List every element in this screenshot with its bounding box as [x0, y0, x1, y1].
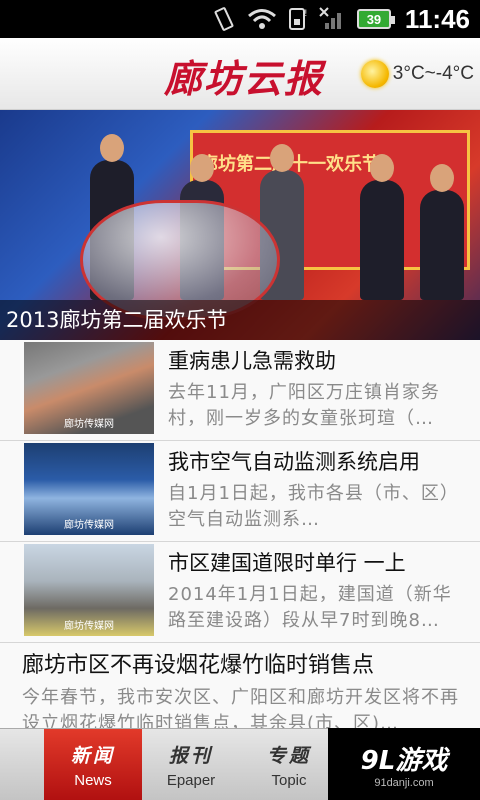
- wifi-icon: [247, 7, 277, 31]
- tab-label-zh: 专题: [266, 745, 311, 767]
- news-title: 市区建国道限时单行 一上: [168, 551, 406, 575]
- no-signal-icon: [319, 7, 347, 31]
- news-title: 我市空气自动监测系统启用: [168, 450, 420, 474]
- news-summary: 2014年1月1日起，建国道（新华路至建设路）段从早7时到晚8…: [168, 584, 452, 631]
- tab-label-zh: 新闻: [70, 745, 115, 767]
- news-item[interactable]: 廊坊传媒网 市区建国道限时单行 一上 2014年1月1日起，建国道（新华路至建设…: [0, 542, 480, 643]
- sun-icon: [360, 60, 389, 88]
- tab-label-zh: 报刊: [168, 745, 213, 767]
- news-item[interactable]: 廊坊传媒网 我市空气自动监测系统启用 自1月1日起，我市各县（市、区）空气自动监…: [0, 441, 480, 542]
- weather-widget[interactable]: 3°C~-4°C: [360, 60, 474, 88]
- app-logo: 廊坊云报: [164, 56, 325, 101]
- news-item[interactable]: 廊坊市区不再设烟花爆竹临时销售点 今年春节，我市安次区、广阳区和廊坊开发区将不再…: [0, 643, 480, 728]
- svg-text:!: !: [304, 9, 308, 19]
- thumbnail-watermark: 廊坊传媒网: [64, 419, 114, 430]
- news-summary: 去年11月，广阳区万庄镇肖家务村，刚一岁多的女童张珂瑄（…: [168, 382, 440, 429]
- hero-banner[interactable]: 廊坊第二届十一欢乐节 2013廊坊第二届欢乐节: [0, 110, 480, 340]
- watermark-badge: 9L游戏 91danji.com: [328, 728, 480, 800]
- tab-label-en: News: [74, 772, 112, 789]
- vibrate-icon: [211, 6, 237, 32]
- tab-label-en: Topic: [271, 772, 307, 789]
- sim-icon: !: [287, 7, 309, 31]
- thumbnail-watermark: 廊坊传媒网: [64, 621, 114, 632]
- news-thumbnail: 廊坊传媒网: [24, 443, 154, 535]
- news-thumbnail: 廊坊传媒网: [24, 544, 154, 636]
- weather-temperature: 3°C~-4°C: [392, 63, 474, 84]
- tab-topic[interactable]: 专题 Topic: [240, 729, 338, 800]
- status-clock: 11:46: [404, 3, 470, 34]
- hero-caption: 2013廊坊第二届欢乐节: [0, 300, 480, 340]
- news-summary: 今年春节，我市安次区、广阳区和廊坊开发区将不再设立烟花爆竹临时销售点，其余县(市…: [22, 687, 459, 728]
- news-thumbnail: 廊坊传媒网: [24, 342, 154, 434]
- news-title: 重病患儿急需救助: [168, 349, 336, 373]
- status-bar: ! 39 11:46: [0, 0, 480, 38]
- watermark-logo: 9L游戏: [360, 745, 448, 776]
- hero-person: [420, 164, 464, 300]
- hero-person: [360, 154, 404, 300]
- app-header: 廊坊云报 3°C~-4°C: [0, 38, 480, 110]
- battery-level: 39: [366, 11, 382, 27]
- watermark-url: 91danji.com: [374, 776, 434, 789]
- tab-news[interactable]: 新闻 News: [44, 729, 142, 800]
- battery-icon: 39: [356, 9, 395, 29]
- tab-epaper[interactable]: 报刊 Epaper: [142, 729, 240, 800]
- news-summary: 自1月1日起，我市各县（市、区）空气自动监测系…: [168, 483, 459, 530]
- news-list: 廊坊传媒网 重病患儿急需救助 去年11月，广阳区万庄镇肖家务村，刚一岁多的女童张…: [0, 340, 480, 728]
- thumbnail-watermark: 廊坊传媒网: [64, 520, 114, 531]
- tab-label-en: Epaper: [166, 772, 216, 789]
- news-title: 廊坊市区不再设烟花爆竹临时销售点: [22, 653, 375, 678]
- news-item[interactable]: 廊坊传媒网 重病患儿急需救助 去年11月，广阳区万庄镇肖家务村，刚一岁多的女童张…: [0, 340, 480, 441]
